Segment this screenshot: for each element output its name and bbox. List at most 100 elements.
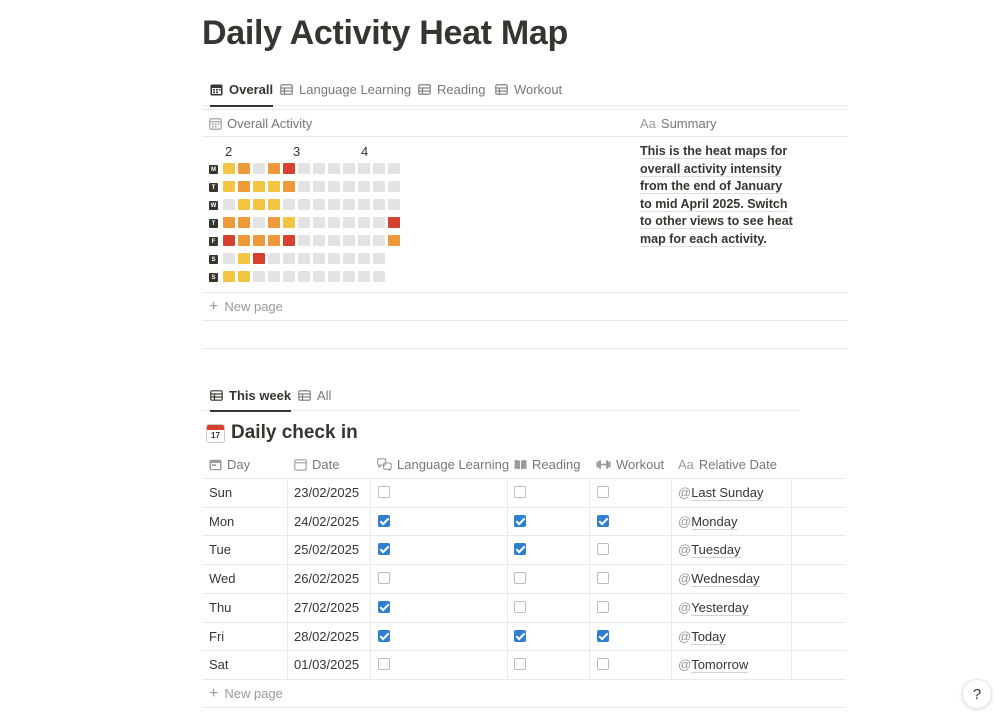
tab-workout[interactable]: Workout — [495, 74, 562, 105]
translate-icon — [377, 458, 392, 471]
heatmap-cell — [358, 253, 370, 264]
heatmap-cell — [253, 271, 265, 282]
heatmap-cell — [283, 217, 295, 228]
heatmap-cell — [223, 253, 235, 264]
reading-checkbox[interactable] — [514, 629, 526, 642]
heatmap-cell — [283, 181, 295, 192]
heatmap-cell — [298, 163, 310, 174]
language-learning-checkbox[interactable] — [378, 600, 390, 613]
heatmap-cell — [343, 235, 355, 246]
activity-heatmap: 2 3 4 M T W T F S S — [208, 143, 408, 288]
language-learning-checkbox[interactable] — [378, 658, 390, 671]
heatmap-month-label: 4 — [361, 144, 369, 159]
new-page-button[interactable]: + New page — [209, 686, 283, 702]
heatmap-cell — [223, 217, 235, 228]
heatmap-cell — [298, 253, 310, 264]
text-property-icon: Aa — [640, 116, 656, 131]
divider — [202, 292, 848, 293]
tab-label: Reading — [437, 82, 486, 97]
heatmap-cell — [298, 271, 310, 282]
tab-overall[interactable]: Overall — [210, 74, 274, 107]
bottom-view-tabs: This week All — [202, 380, 800, 412]
heatmap-cell — [373, 271, 385, 282]
table-icon — [495, 83, 508, 96]
workout-checkbox[interactable] — [597, 572, 609, 585]
heatmap-cell — [253, 181, 265, 192]
heatmap-cell — [313, 253, 325, 264]
divider — [202, 109, 848, 110]
language-learning-checkbox[interactable] — [378, 572, 390, 585]
checkin-table: Sun 23/02/2025 @Last Sunday Mon 24/02/2025 @M… — [0, 0, 1005, 712]
tab-reading[interactable]: Reading — [418, 74, 485, 105]
calendar-emoji-day: 17 — [211, 430, 220, 440]
new-page-label: New page — [224, 299, 283, 314]
heatmap-cell — [388, 199, 400, 210]
table-icon — [210, 389, 223, 402]
reading-checkbox[interactable] — [514, 572, 526, 585]
heatmap-cell — [268, 163, 280, 174]
summary-line: map for each activity. — [640, 231, 767, 247]
tab-this-week[interactable]: This week — [210, 380, 292, 412]
col-header-day[interactable]: Day — [209, 457, 250, 472]
heatmap-cell — [238, 271, 250, 282]
divider — [202, 320, 848, 321]
new-page-button[interactable]: + New page — [209, 298, 283, 315]
heatmap-cell — [268, 181, 280, 192]
language-learning-checkbox[interactable] — [378, 543, 390, 556]
workout-checkbox[interactable] — [597, 486, 609, 498]
tab-all[interactable]: All — [298, 380, 331, 410]
reading-checkbox[interactable] — [514, 543, 526, 556]
col-header-relative-date[interactable]: Aa Relative Date — [678, 457, 777, 472]
col-header-workout[interactable]: Workout — [596, 457, 664, 472]
heatmap-cell — [328, 199, 340, 210]
heatmap-cell — [283, 253, 295, 264]
plus-icon: + — [209, 298, 219, 315]
heatmap-month-label: 3 — [293, 144, 301, 159]
database-title[interactable]: 17 Daily check in — [206, 422, 358, 444]
heatmap-cell — [298, 199, 310, 210]
divider — [202, 348, 848, 349]
heatmap-cell — [328, 217, 340, 228]
language-learning-checkbox[interactable] — [378, 514, 390, 527]
language-learning-checkbox[interactable] — [378, 629, 390, 642]
heatmap-cell — [328, 253, 340, 264]
heatmap-cell — [358, 271, 370, 282]
workout-checkbox[interactable] — [597, 543, 609, 556]
col-header-label: Overall Activity — [227, 116, 313, 131]
summary-line: This is the heat maps for — [640, 144, 788, 159]
heatmap-cell — [358, 235, 370, 246]
heatmap-cell — [328, 163, 340, 174]
heatmap-cell — [343, 271, 355, 282]
heatmap-cell — [268, 217, 280, 228]
reading-checkbox[interactable] — [514, 514, 526, 527]
col-header-language-learning[interactable]: Language Learning — [377, 457, 509, 472]
heatmap-cell — [358, 217, 370, 228]
database-title-text: Daily check in — [231, 422, 358, 443]
reading-checkbox[interactable] — [514, 486, 526, 498]
workout-checkbox[interactable] — [597, 600, 609, 613]
workout-checkbox[interactable] — [597, 629, 609, 642]
reading-checkbox[interactable] — [514, 600, 526, 613]
help-button[interactable]: ? — [962, 679, 992, 709]
summary-line: overall activity intensity — [640, 161, 782, 177]
calendar-icon — [209, 117, 222, 130]
heatmap-cell — [328, 271, 340, 282]
tab-label: This week — [229, 387, 292, 403]
heatmap-cell — [283, 271, 295, 282]
heatmap-cell — [238, 199, 250, 210]
heatmap-cell — [313, 217, 325, 228]
tab-language-learning[interactable]: Language Learning — [280, 74, 411, 105]
col-header-label: Day — [227, 457, 251, 472]
summary-line: from the end of January — [640, 179, 783, 195]
col-header-reading[interactable]: Reading — [514, 457, 580, 472]
language-learning-checkbox[interactable] — [378, 486, 390, 498]
col-header-date[interactable]: Date — [294, 457, 339, 472]
workout-checkbox[interactable] — [597, 658, 609, 671]
reading-checkbox[interactable] — [514, 658, 526, 671]
col-header-overall-activity[interactable]: Overall Activity — [209, 116, 312, 131]
heatmap-day-label: S — [209, 273, 218, 282]
workout-checkbox[interactable] — [597, 514, 609, 527]
divider — [202, 678, 846, 680]
summary-text: This is the heat maps for overall activi… — [640, 143, 800, 249]
col-header-summary[interactable]: Aa Summary — [640, 116, 717, 131]
